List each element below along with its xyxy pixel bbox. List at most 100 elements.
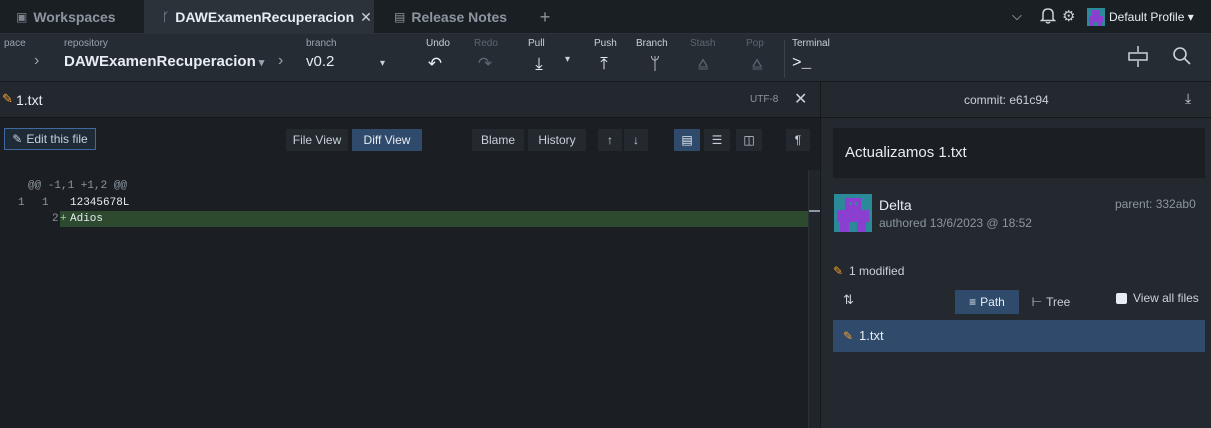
branch-dropdown-icon[interactable]: ▾ — [380, 58, 385, 69]
terminal-button[interactable]: >_ — [792, 54, 811, 72]
tab-release-notes[interactable]: ▤ Release Notes — [378, 0, 516, 34]
blame-label: Blame — [480, 133, 515, 147]
file-list-name: 1.txt — [859, 328, 884, 343]
split-view-button[interactable]: ◫ — [736, 129, 762, 151]
tab-release-notes-label: Release Notes — [411, 9, 508, 25]
commit-details-panel: commit: e61c94 ⤓ Actualizamos 1.txt Delt… — [820, 82, 1211, 428]
pull-button[interactable]: ⤓ — [526, 54, 552, 74]
new-line-number: 1 — [42, 197, 49, 209]
commit-header: commit: e61c94 ⤓ — [821, 82, 1211, 118]
diff-editor: ✎ Edit this file File View Diff View Blam… — [0, 118, 821, 428]
pencil-icon: ✎ — [12, 132, 23, 146]
sort-icon[interactable]: ⇅ — [843, 292, 854, 308]
edit-file-label: Edit this file — [26, 132, 88, 146]
author-name: Delta — [879, 197, 912, 213]
pencil-icon: ✎ — [2, 91, 13, 106]
undo-label: Undo — [426, 38, 450, 49]
pop-button[interactable]: ⩠ — [744, 54, 770, 74]
branch-selector[interactable]: v0.2 — [306, 53, 334, 70]
tree-view-button[interactable]: ⊢ Tree — [1021, 290, 1081, 314]
document-icon: ▤ — [394, 10, 406, 24]
redo-button[interactable]: ↷ — [472, 54, 498, 74]
branch-action-label: Branch — [636, 38, 668, 49]
repo-icon: ᚴ — [162, 10, 170, 24]
undo-button[interactable]: ↶ — [422, 54, 448, 74]
tab-bar: ▣ Workspaces ᚴ DAWExamenRecuperacion ✕ ▤… — [0, 0, 1211, 34]
edit-file-button[interactable]: ✎ Edit this file — [4, 128, 96, 150]
branch-label: branch — [306, 38, 337, 49]
encoding-label[interactable]: UTF-8 — [750, 94, 778, 105]
add-tab-button[interactable]: + — [530, 0, 560, 34]
repository-selector[interactable]: DAWExamenRecuperacion ▾ — [64, 53, 264, 70]
history-label: History — [538, 133, 576, 147]
old-line-number: 1 — [18, 197, 25, 209]
hunk-view-button[interactable]: ▤ — [674, 129, 700, 151]
avatar[interactable] — [1087, 8, 1105, 26]
pop-label: Pop — [746, 38, 764, 49]
author-avatar — [834, 194, 872, 232]
stash-label: Stash — [690, 38, 716, 49]
bell-icon[interactable] — [1040, 6, 1056, 24]
pencil-icon: ✎ — [833, 264, 844, 278]
tab-workspaces[interactable]: ▣ Workspaces — [0, 0, 140, 34]
close-tab-icon[interactable]: ✕ — [360, 9, 372, 26]
file-name: 1.txt — [16, 92, 43, 108]
commit-sha[interactable]: commit: e61c94 — [964, 93, 1049, 107]
download-icon[interactable]: ⤓ — [1185, 90, 1191, 107]
diff-line-added[interactable]: 2 + Adios — [0, 211, 808, 227]
repository-name: DAWExamenRecuperacion — [64, 53, 256, 70]
workspace-label: pace — [4, 38, 26, 49]
pencil-icon: ✎ — [843, 329, 854, 343]
pull-label: Pull — [528, 38, 545, 49]
redo-label: Redo — [474, 38, 498, 49]
push-label: Push — [594, 38, 617, 49]
profile-label: Default Profile — [1109, 10, 1185, 24]
file-list-item[interactable]: ✎ 1.txt — [833, 320, 1205, 352]
commit-message-box[interactable]: Actualizamos 1.txt — [833, 128, 1205, 178]
search-icon[interactable] — [1172, 46, 1192, 66]
modified-count: 1 modified — [849, 264, 905, 278]
list-icon: ≡ — [969, 295, 977, 309]
history-button[interactable]: History — [528, 129, 586, 151]
view-all-label: View all files — [1133, 291, 1199, 305]
workspaces-icon: ▣ — [16, 10, 28, 24]
whitespace-toggle-button[interactable]: ¶ — [786, 129, 810, 151]
line-text: Adios — [70, 213, 104, 225]
chevron-right-icon: › — [278, 52, 284, 69]
path-label: Path — [980, 295, 1005, 309]
commit-message: Actualizamos 1.txt — [845, 144, 967, 161]
view-all-checkbox[interactable] — [1116, 293, 1127, 304]
toolbar-divider — [784, 40, 785, 78]
profile-menu[interactable]: Default Profile ▾ — [1109, 10, 1194, 24]
file-header: ✎ 1.txt UTF-8 ✕ — [0, 82, 820, 118]
diff-line[interactable]: 1 1 12345678L — [0, 195, 808, 211]
blame-button[interactable]: Blame — [472, 129, 524, 151]
close-file-icon[interactable]: ✕ — [794, 89, 807, 109]
diff-view-label: Diff View — [363, 133, 411, 147]
diff-view-button[interactable]: Diff View — [352, 129, 422, 151]
chevron-down-icon[interactable]: ⌵ — [1012, 8, 1022, 24]
terminal-label: Terminal — [792, 38, 830, 49]
authored-date: authored 13/6/2023 @ 18:52 — [879, 216, 1032, 230]
layout-toggle-icon[interactable] — [1125, 44, 1151, 70]
line-text: 12345678L — [70, 197, 130, 209]
tree-label: Tree — [1046, 295, 1071, 309]
file-view-button[interactable]: File View — [286, 129, 348, 151]
overview-ruler[interactable] — [808, 170, 821, 428]
branch-button[interactable]: ᛘ — [642, 54, 668, 74]
file-view-label: File View — [292, 133, 342, 147]
gear-icon[interactable]: ⚙ — [1062, 7, 1075, 25]
repository-label: repository — [64, 38, 108, 49]
push-button[interactable]: ⤒ — [591, 54, 617, 74]
tree-icon: ⊢ — [1031, 295, 1043, 309]
stash-button[interactable]: ⩠ — [690, 54, 716, 74]
inline-view-button[interactable]: ☰ — [704, 129, 730, 151]
pull-dropdown-icon[interactable]: ▾ — [565, 54, 570, 65]
path-view-button[interactable]: ≡ Path — [955, 290, 1019, 314]
parent-sha[interactable]: parent: 332ab0 — [1115, 197, 1196, 211]
branch-name: v0.2 — [306, 53, 335, 70]
prev-change-button[interactable]: ↑ — [598, 129, 622, 151]
new-line-number: 2 — [52, 213, 59, 225]
next-change-button[interactable]: ↓ — [624, 129, 648, 151]
tab-repository[interactable]: ᚴ DAWExamenRecuperacion ✕ — [144, 0, 374, 34]
